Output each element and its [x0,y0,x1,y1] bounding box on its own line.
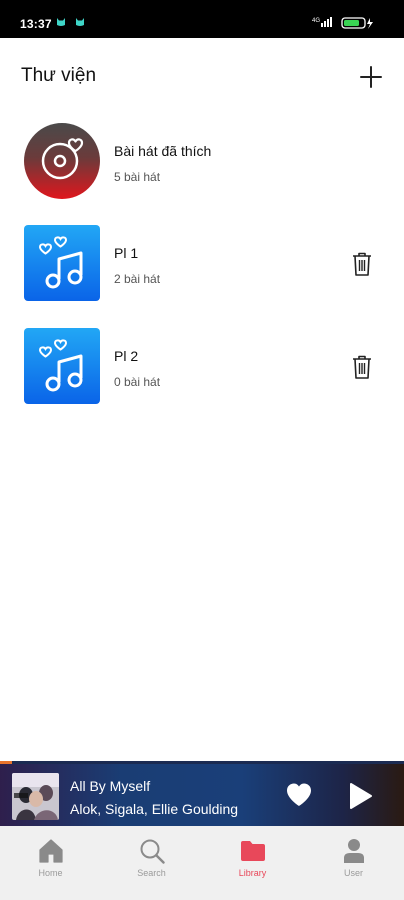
cat-notification-icon [76,18,84,26]
item-title: Pl 2 [114,348,139,364]
status-time: 13:37 [20,17,52,31]
status-indicators: 4G [312,15,392,31]
play-icon [350,783,372,809]
nav-label: Library [238,868,267,878]
item-song-count: 5 bài hát [114,170,161,184]
add-playlist-button[interactable] [356,62,386,92]
search-icon [140,839,165,864]
status-bar: 13:37 4G [0,0,404,38]
signal-battery-icon: 4G [312,17,373,29]
now-playing-title: All By Myself [70,778,151,794]
page-title: Thư viện [21,65,97,86]
bottom-navigation: Home Search Library User [0,826,404,900]
user-icon [344,839,364,863]
heart-icon [287,783,311,806]
item-song-count: 2 bài hát [114,272,161,286]
nav-item-search[interactable]: Search [101,826,202,886]
cat-notification-icon [57,18,65,26]
delete-playlist-button[interactable] [350,251,374,277]
trash-icon [353,355,371,379]
delete-playlist-button[interactable] [350,354,374,380]
mini-player[interactable]: All By Myself Alok, Sigala, Ellie Gouldi… [0,764,404,826]
album-cover-image [12,773,59,820]
folder-icon [241,841,265,861]
play-button[interactable] [346,781,374,811]
like-button[interactable] [285,782,313,808]
nav-item-home[interactable]: Home [0,826,101,886]
nav-item-library[interactable]: Library [202,826,303,886]
library-item-liked-songs[interactable]: Bài hát đã thích 5 bài hát [0,123,404,215]
item-song-count: 0 bài hát [114,375,161,389]
library-item-playlist[interactable]: Pl 1 2 bài hát [0,225,404,317]
nav-item-user[interactable]: User [303,826,404,886]
liked-songs-disc-icon [24,123,100,199]
plus-icon [360,66,382,88]
nav-label: Home [38,868,63,878]
nav-label: User [343,868,363,878]
item-title: Pl 1 [114,245,139,261]
now-playing-artist: Alok, Sigala, Ellie Goulding [70,801,239,817]
library-header: Thư viện [0,38,404,110]
network-type-label: 4G [312,18,320,24]
library-item-playlist[interactable]: Pl 2 0 bài hát [0,328,404,420]
item-title: Bài hát đã thích [114,143,212,159]
nav-label: Search [137,868,166,878]
playlist-music-note-icon [24,328,100,404]
playlist-music-note-icon [24,225,100,301]
trash-icon [353,252,371,276]
home-icon [39,839,63,863]
